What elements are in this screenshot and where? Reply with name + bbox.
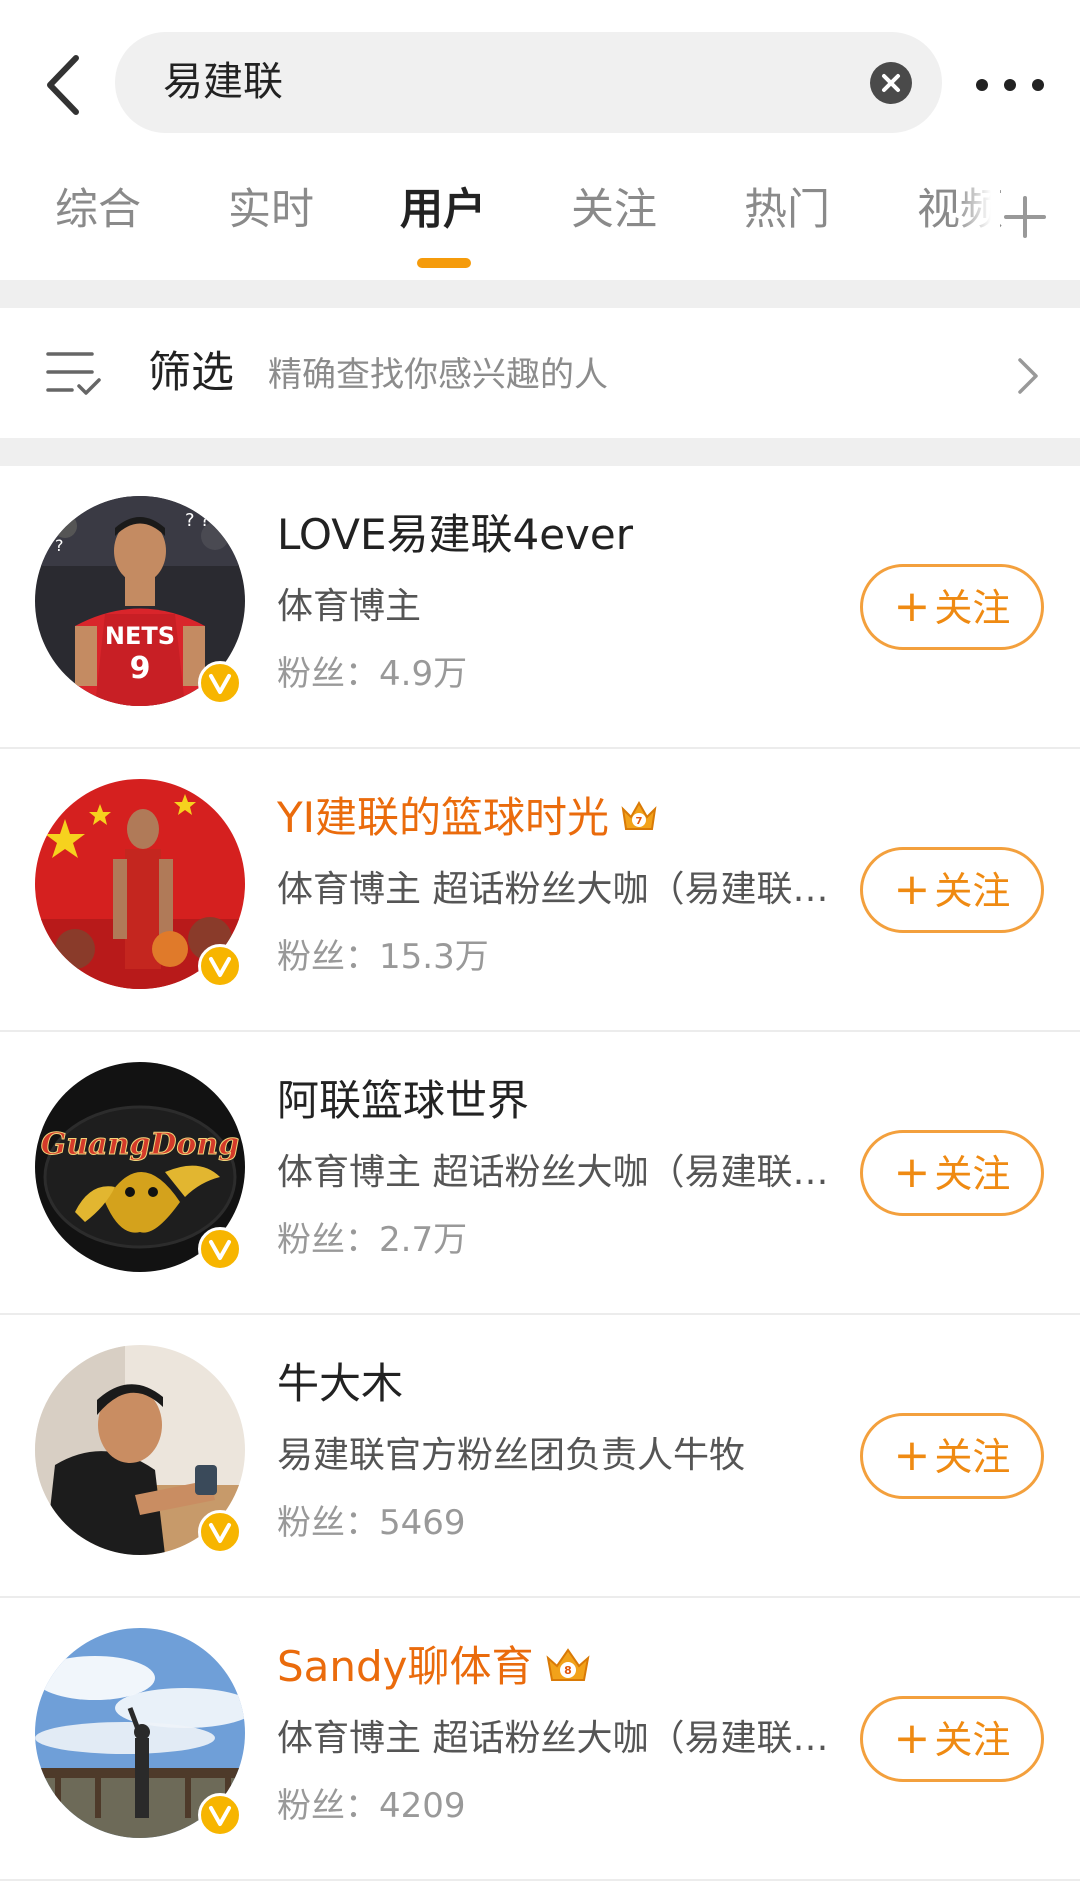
jersey-team-text: NETS xyxy=(105,622,175,650)
plus-icon: + xyxy=(893,1430,931,1481)
plus-icon: + xyxy=(893,1147,931,1198)
follow-button[interactable]: + 关注 xyxy=(860,847,1044,933)
user-name[interactable]: 阿联篮球世界 xyxy=(277,1072,529,1130)
plus-icon: + xyxy=(893,581,931,632)
svg-text:?: ? xyxy=(55,536,64,555)
user-description: 体育博主 超话粉丝大咖（易建联超... xyxy=(277,1718,857,1759)
verified-icon xyxy=(209,1806,231,1826)
follow-label: 关注 xyxy=(934,1718,1011,1762)
user-description: 体育博主 xyxy=(277,586,422,627)
clear-search-button[interactable] xyxy=(870,62,912,104)
user-description: 体育博主 超话粉丝大咖（易建联超... xyxy=(277,869,857,910)
more-button[interactable] xyxy=(975,65,1045,105)
verified-badge xyxy=(198,661,242,705)
verified-icon xyxy=(209,1523,231,1543)
avatar-logo-text: GuangDong xyxy=(41,1127,239,1162)
clear-icon xyxy=(882,74,900,92)
user-description: 易建联官方粉丝团负责人牛牧 xyxy=(277,1435,746,1476)
verified-icon xyxy=(209,1240,231,1260)
section-divider xyxy=(0,280,1080,308)
verified-icon xyxy=(209,957,231,977)
header: 易建联 综合 实时 用户 关注 热门 视频 xyxy=(0,0,1080,280)
crown-icon: 7 xyxy=(621,800,657,830)
back-button[interactable] xyxy=(40,50,90,120)
tab-following[interactable]: 关注 xyxy=(571,180,657,240)
more-icon xyxy=(976,79,1044,91)
filter-hint: 精确查找你感兴趣的人 xyxy=(268,355,608,395)
tab-all[interactable]: 综合 xyxy=(55,180,141,240)
follow-label: 关注 xyxy=(934,1152,1011,1196)
chevron-left-icon xyxy=(47,55,79,115)
follow-label: 关注 xyxy=(934,869,1011,913)
tab-users[interactable]: 用户 xyxy=(400,180,486,240)
user-fans-count: 粉丝：5469 xyxy=(277,1503,466,1543)
follow-button[interactable]: + 关注 xyxy=(860,1696,1044,1782)
plus-icon xyxy=(1004,196,1046,238)
crown-icon: 8 xyxy=(546,1647,590,1681)
svg-text:7: 7 xyxy=(636,816,643,827)
filter-icon xyxy=(46,352,101,395)
jersey-number-text: 9 xyxy=(130,651,151,686)
user-list: NETS 9 ? ? ? LOVE易建联4ever 体育博主 粉丝：4.9万 +… xyxy=(0,466,1080,1881)
tabs-fade xyxy=(955,170,1000,250)
plus-icon: + xyxy=(893,1713,931,1764)
user-name-text: YI建联的篮球时光 xyxy=(277,793,610,842)
user-fans-count: 粉丝：2.7万 xyxy=(277,1220,468,1260)
tab-hot[interactable]: 热门 xyxy=(744,180,830,240)
user-name[interactable]: YI建联的篮球时光 7 xyxy=(277,789,659,847)
verified-icon xyxy=(209,674,231,694)
filter-row[interactable]: 筛选 精确查找你感兴趣的人 xyxy=(0,308,1080,438)
svg-text:8: 8 xyxy=(564,1664,572,1677)
follow-label: 关注 xyxy=(934,586,1011,630)
add-tab-button[interactable] xyxy=(1000,192,1050,242)
chevron-right-icon xyxy=(1018,358,1038,394)
verified-badge xyxy=(198,944,242,988)
user-name-text: Sandy聊体育 xyxy=(277,1642,534,1691)
user-name[interactable]: 牛大木 xyxy=(277,1355,403,1413)
follow-button[interactable]: + 关注 xyxy=(860,1413,1044,1499)
user-card[interactable]: GuangDong 阿联篮球世界 体育博主 超话粉丝大咖（易建联超... 粉丝：… xyxy=(0,1032,1080,1315)
user-name[interactable]: Sandy聊体育 8 xyxy=(277,1638,592,1696)
tab-realtime[interactable]: 实时 xyxy=(228,180,314,240)
user-fans-count: 粉丝：4.9万 xyxy=(277,654,468,694)
category-tabs: 综合 实时 用户 关注 热门 视频 xyxy=(0,170,1080,280)
search-bar[interactable]: 易建联 xyxy=(115,32,942,133)
user-fans-count: 粉丝：15.3万 xyxy=(277,937,489,977)
user-card[interactable]: 牛大木 易建联官方粉丝团负责人牛牧 粉丝：5469 + 关注 xyxy=(0,1315,1080,1598)
active-tab-indicator xyxy=(417,258,471,268)
verified-badge xyxy=(198,1227,242,1271)
search-input[interactable]: 易建联 xyxy=(163,52,283,112)
section-divider xyxy=(0,438,1080,466)
user-description: 体育博主 超话粉丝大咖（易建联超... xyxy=(277,1152,857,1193)
verified-badge xyxy=(198,1793,242,1837)
verified-badge xyxy=(198,1510,242,1554)
filter-label: 筛选 xyxy=(148,348,234,398)
follow-button[interactable]: + 关注 xyxy=(860,1130,1044,1216)
follow-button[interactable]: + 关注 xyxy=(860,564,1044,650)
user-name[interactable]: LOVE易建联4ever xyxy=(277,506,633,564)
user-card[interactable]: YI建联的篮球时光 7 体育博主 超话粉丝大咖（易建联超... 粉丝：15.3万… xyxy=(0,749,1080,1032)
plus-icon: + xyxy=(893,864,931,915)
user-card[interactable]: Sandy聊体育 8 体育博主 超话粉丝大咖（易建联超... 粉丝：4209 +… xyxy=(0,1598,1080,1881)
follow-label: 关注 xyxy=(934,1435,1011,1479)
user-fans-count: 粉丝：4209 xyxy=(277,1786,466,1826)
user-card[interactable]: NETS 9 ? ? ? LOVE易建联4ever 体育博主 粉丝：4.9万 +… xyxy=(0,466,1080,749)
svg-text:? ?: ? ? xyxy=(185,510,210,531)
